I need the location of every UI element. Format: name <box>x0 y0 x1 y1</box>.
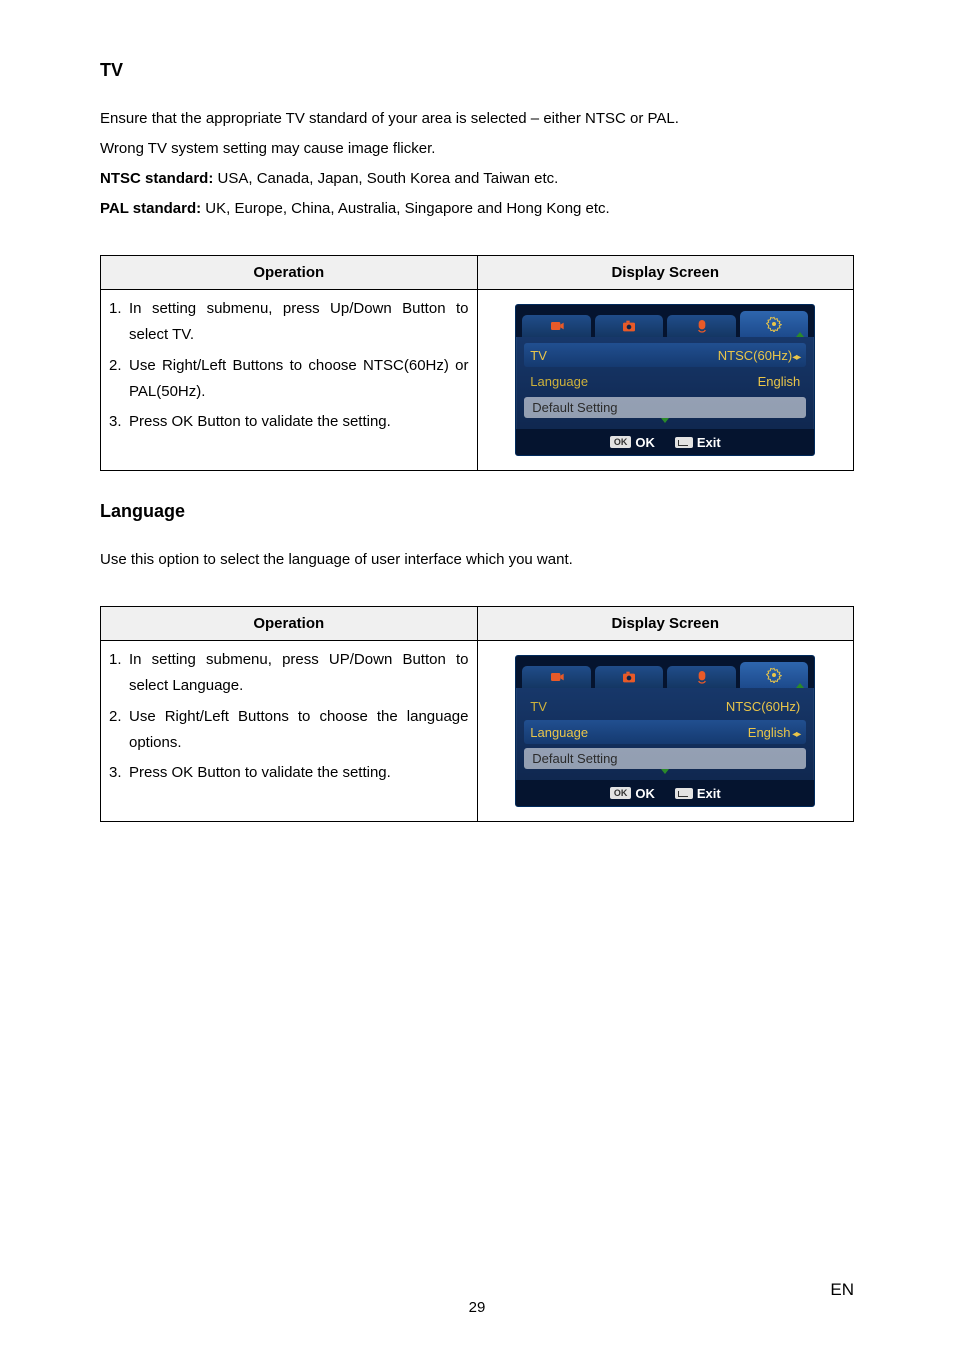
exit-icon <box>675 437 693 448</box>
screen-tabs <box>516 656 814 688</box>
list-item: 1.In setting submenu, press Up/Down Butt… <box>109 296 469 349</box>
arrow-down-icon <box>661 418 669 423</box>
language-para: Use this option to select the language o… <box>100 546 854 573</box>
page-number: 29 <box>0 1299 954 1316</box>
list-item: 3.Press OK Button to validate the settin… <box>109 760 469 786</box>
row-tv-label: TV <box>530 699 547 714</box>
step-text: Press OK Button to validate the setting. <box>129 409 469 435</box>
screen-footer: OKOK Exit <box>516 429 814 455</box>
row-language: Language English ◂▸ <box>524 720 806 744</box>
row-tv-right: NTSC(60Hz)◂▸ <box>718 347 800 363</box>
step-text: In setting submenu, press Up/Down Button… <box>129 296 469 349</box>
th-display-2: Display Screen <box>477 607 854 641</box>
row-lang-label: Language <box>530 374 588 389</box>
row-tv-value: NTSC(60Hz) <box>718 348 792 363</box>
step-num: 2. <box>109 353 129 406</box>
arrows-lr-icon: ◂▸ <box>792 352 800 363</box>
footer-exit: Exit <box>675 435 721 450</box>
footer-ok: OKOK <box>610 786 655 801</box>
language-steps-cell: 1.In setting submenu, press UP/Down Butt… <box>101 641 478 822</box>
step-text: In setting submenu, press UP/Down Button… <box>129 647 469 700</box>
screen-content: TV NTSC(60Hz)◂▸ Language English Default… <box>516 337 814 429</box>
th-operation: Operation <box>101 256 478 290</box>
tv-table: Operation Display Screen 1.In setting su… <box>100 255 854 471</box>
language-display-cell: TV NTSC(60Hz) Language English ◂▸ Defaul… <box>477 641 854 822</box>
row-tv: TV NTSC(60Hz) <box>524 694 806 718</box>
list-item: 3.Press OK Button to validate the settin… <box>109 409 469 435</box>
row-lang-label: Language <box>530 725 588 740</box>
language-table: Operation Display Screen 1.In setting su… <box>100 606 854 822</box>
language-corner: EN <box>830 1280 854 1300</box>
tab-video-icon <box>522 666 591 688</box>
footer-ok-text: OK <box>635 786 655 801</box>
tv-para-2: Wrong TV system setting may cause image … <box>100 135 854 162</box>
screen-content: TV NTSC(60Hz) Language English ◂▸ Defaul… <box>516 688 814 780</box>
footer-exit: Exit <box>675 786 721 801</box>
pal-text: UK, Europe, China, Australia, Singapore … <box>201 200 610 217</box>
list-item: 1.In setting submenu, press UP/Down Butt… <box>109 647 469 700</box>
tv-display-cell: TV NTSC(60Hz)◂▸ Language English Default… <box>477 290 854 471</box>
th-display: Display Screen <box>477 256 854 290</box>
footer-exit-text: Exit <box>697 435 721 450</box>
tab-audio-icon <box>667 315 736 337</box>
tv-para-1: Ensure that the appropriate TV standard … <box>100 105 854 132</box>
tab-audio-icon <box>667 666 736 688</box>
tv-ntsc-line: NTSC standard: USA, Canada, Japan, South… <box>100 165 854 192</box>
exit-icon <box>675 788 693 799</box>
step-num: 3. <box>109 760 129 786</box>
step-num: 3. <box>109 409 129 435</box>
screen-footer: OKOK Exit <box>516 780 814 806</box>
footer-exit-text: Exit <box>697 786 721 801</box>
row-default-setting: Default Setting <box>524 748 806 769</box>
arrow-up-icon <box>796 683 804 688</box>
footer-ok-text: OK <box>635 435 655 450</box>
footer-ok: OKOK <box>610 435 655 450</box>
tv-steps-cell: 1.In setting submenu, press Up/Down Butt… <box>101 290 478 471</box>
row-lang-value: English <box>748 725 791 740</box>
ntsc-text: USA, Canada, Japan, South Korea and Taiw… <box>213 170 558 187</box>
arrow-down-icon <box>661 769 669 774</box>
list-item: 2.Use Right/Left Buttons to choose NTSC(… <box>109 353 469 406</box>
section-tv-heading: TV <box>100 60 854 81</box>
display-screen-tv: TV NTSC(60Hz)◂▸ Language English Default… <box>515 304 815 456</box>
tv-pal-line: PAL standard: UK, Europe, China, Austral… <box>100 195 854 222</box>
row-tv-label: TV <box>530 348 547 363</box>
screen-tabs <box>516 305 814 337</box>
th-operation-2: Operation <box>101 607 478 641</box>
display-screen-language: TV NTSC(60Hz) Language English ◂▸ Defaul… <box>515 655 815 807</box>
arrow-up-icon <box>796 332 804 337</box>
row-default-setting: Default Setting <box>524 397 806 418</box>
tab-camera-icon <box>595 315 664 337</box>
step-num: 1. <box>109 647 129 700</box>
row-language: Language English <box>524 369 806 393</box>
step-num: 1. <box>109 296 129 349</box>
row-tv-value: NTSC(60Hz) <box>726 699 800 714</box>
step-text: Press OK Button to validate the setting. <box>129 760 469 786</box>
step-text: Use Right/Left Buttons to choose the lan… <box>129 704 469 757</box>
row-tv: TV NTSC(60Hz)◂▸ <box>524 343 806 367</box>
section-language-heading: Language <box>100 501 854 522</box>
tab-camera-icon <box>595 666 664 688</box>
row-lang-right: English ◂▸ <box>748 724 800 740</box>
ok-badge-icon: OK <box>610 787 632 799</box>
step-num: 2. <box>109 704 129 757</box>
ok-badge-icon: OK <box>610 436 632 448</box>
tab-video-icon <box>522 315 591 337</box>
step-text: Use Right/Left Buttons to choose NTSC(60… <box>129 353 469 406</box>
row-lang-value: English <box>758 374 801 389</box>
ntsc-bold: NTSC standard: <box>100 170 213 187</box>
arrows-lr-icon: ◂▸ <box>790 729 800 740</box>
pal-bold: PAL standard: <box>100 200 201 217</box>
list-item: 2.Use Right/Left Buttons to choose the l… <box>109 704 469 757</box>
page-container: TV Ensure that the appropriate TV standa… <box>0 0 954 1350</box>
